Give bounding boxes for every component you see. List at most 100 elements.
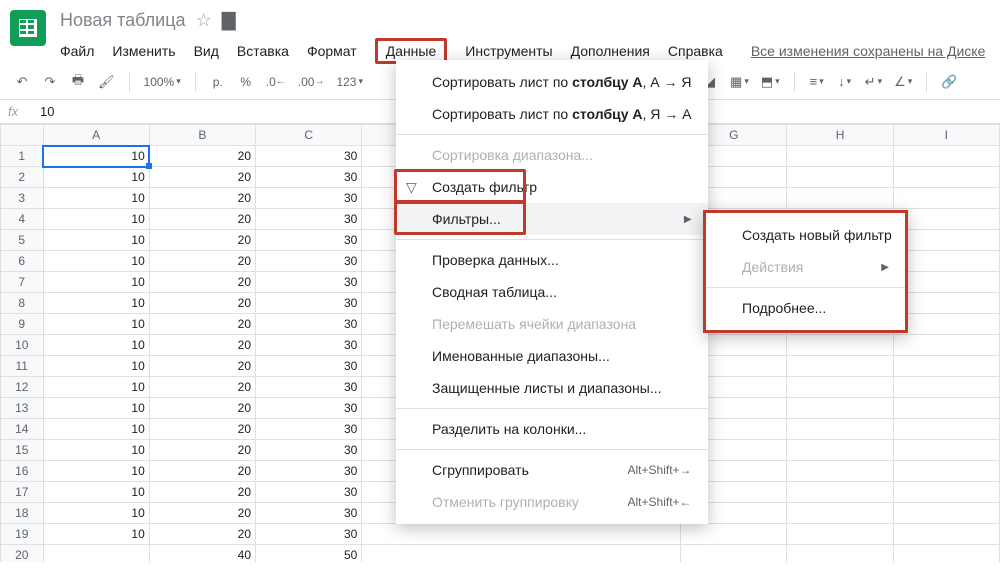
- row-header[interactable]: 2: [1, 167, 44, 188]
- row-header[interactable]: 19: [1, 524, 44, 545]
- row-header[interactable]: 13: [1, 398, 44, 419]
- star-icon[interactable]: ☆: [196, 10, 212, 31]
- menu-item[interactable]: Фильтры...▶: [396, 203, 708, 235]
- row-header[interactable]: 14: [1, 419, 44, 440]
- h-align-button[interactable]: ≡: [805, 70, 829, 94]
- percent-button[interactable]: %: [234, 70, 258, 94]
- cell[interactable]: [893, 398, 999, 419]
- cell[interactable]: [362, 524, 681, 545]
- cell[interactable]: 10: [43, 188, 149, 209]
- column-header[interactable]: I: [893, 125, 999, 146]
- cell[interactable]: 10: [43, 377, 149, 398]
- cell[interactable]: 30: [256, 461, 362, 482]
- cell[interactable]: [893, 167, 999, 188]
- cell[interactable]: 30: [256, 314, 362, 335]
- menu-tools[interactable]: Инструменты: [465, 41, 552, 61]
- cell[interactable]: 20: [149, 440, 255, 461]
- cell[interactable]: 20: [149, 482, 255, 503]
- insert-link-button[interactable]: 🔗: [937, 70, 961, 94]
- cell[interactable]: 20: [149, 335, 255, 356]
- cell[interactable]: 20: [149, 167, 255, 188]
- cell[interactable]: 10: [43, 209, 149, 230]
- cell[interactable]: 30: [256, 146, 362, 167]
- cell[interactable]: [362, 545, 681, 563]
- row-header[interactable]: 1: [1, 146, 44, 167]
- cell[interactable]: 20: [149, 188, 255, 209]
- menu-item[interactable]: Проверка данных...: [396, 244, 708, 276]
- cell[interactable]: 30: [256, 167, 362, 188]
- menu-file[interactable]: Файл: [60, 41, 94, 61]
- cell[interactable]: 10: [43, 293, 149, 314]
- cell[interactable]: 20: [149, 398, 255, 419]
- merge-button[interactable]: ⬒: [757, 70, 784, 94]
- row-header[interactable]: 10: [1, 335, 44, 356]
- cell[interactable]: [893, 146, 999, 167]
- cell[interactable]: 20: [149, 524, 255, 545]
- borders-button[interactable]: ▦: [726, 70, 753, 94]
- cell[interactable]: [893, 461, 999, 482]
- menu-addons[interactable]: Дополнения: [571, 41, 650, 61]
- cell[interactable]: [787, 146, 893, 167]
- v-align-button[interactable]: ↓: [833, 70, 857, 94]
- cell[interactable]: [787, 503, 893, 524]
- cell[interactable]: 30: [256, 209, 362, 230]
- cell[interactable]: [787, 377, 893, 398]
- move-folder-icon[interactable]: ▇: [222, 10, 236, 31]
- cell[interactable]: [893, 209, 999, 230]
- menu-item[interactable]: Сводная таблица...: [396, 276, 708, 308]
- cell[interactable]: [787, 398, 893, 419]
- cell[interactable]: [893, 503, 999, 524]
- cell[interactable]: 10: [43, 272, 149, 293]
- cell[interactable]: [893, 188, 999, 209]
- cell[interactable]: 30: [256, 356, 362, 377]
- cell[interactable]: 30: [256, 293, 362, 314]
- menu-item[interactable]: ▽Создать фильтр: [396, 171, 708, 203]
- cell[interactable]: 30: [256, 524, 362, 545]
- cell[interactable]: 10: [43, 482, 149, 503]
- cell[interactable]: 20: [149, 314, 255, 335]
- cell[interactable]: 10: [43, 335, 149, 356]
- cell[interactable]: [893, 356, 999, 377]
- column-header[interactable]: C: [256, 125, 362, 146]
- cell[interactable]: 20: [149, 419, 255, 440]
- cell[interactable]: [787, 188, 893, 209]
- cell[interactable]: 40: [149, 545, 255, 563]
- cell[interactable]: 30: [256, 503, 362, 524]
- cell[interactable]: 30: [256, 377, 362, 398]
- cell[interactable]: [893, 524, 999, 545]
- cell[interactable]: 10: [43, 524, 149, 545]
- row-header[interactable]: 15: [1, 440, 44, 461]
- cell[interactable]: [893, 419, 999, 440]
- cell[interactable]: 30: [256, 188, 362, 209]
- cell[interactable]: 10: [43, 251, 149, 272]
- cell[interactable]: 10: [43, 461, 149, 482]
- cell[interactable]: 30: [256, 230, 362, 251]
- row-header[interactable]: 12: [1, 377, 44, 398]
- cell[interactable]: 30: [256, 272, 362, 293]
- cell[interactable]: 20: [149, 356, 255, 377]
- cell[interactable]: [893, 230, 999, 251]
- cell[interactable]: 30: [256, 482, 362, 503]
- cell[interactable]: 10: [43, 230, 149, 251]
- cell[interactable]: [893, 335, 999, 356]
- paint-format-button[interactable]: 🖌: [94, 70, 119, 94]
- dec-decrease-button[interactable]: .0←: [262, 70, 290, 94]
- cell[interactable]: 20: [149, 230, 255, 251]
- cell[interactable]: [787, 356, 893, 377]
- number-format-button[interactable]: 123: [332, 70, 367, 94]
- column-header[interactable]: B: [149, 125, 255, 146]
- cell[interactable]: 20: [149, 251, 255, 272]
- menu-help[interactable]: Справка: [668, 41, 723, 61]
- menu-item[interactable]: Сортировать лист по столбцу А, А → Я: [396, 66, 708, 98]
- cell[interactable]: 20: [149, 272, 255, 293]
- row-header[interactable]: 8: [1, 293, 44, 314]
- cell[interactable]: [893, 545, 999, 563]
- cell[interactable]: 20: [149, 377, 255, 398]
- cell[interactable]: 30: [256, 440, 362, 461]
- cell[interactable]: 20: [149, 146, 255, 167]
- cell[interactable]: 10: [43, 356, 149, 377]
- cell[interactable]: 30: [256, 419, 362, 440]
- cell[interactable]: 10: [43, 440, 149, 461]
- cell[interactable]: 10: [43, 503, 149, 524]
- cell[interactable]: [787, 167, 893, 188]
